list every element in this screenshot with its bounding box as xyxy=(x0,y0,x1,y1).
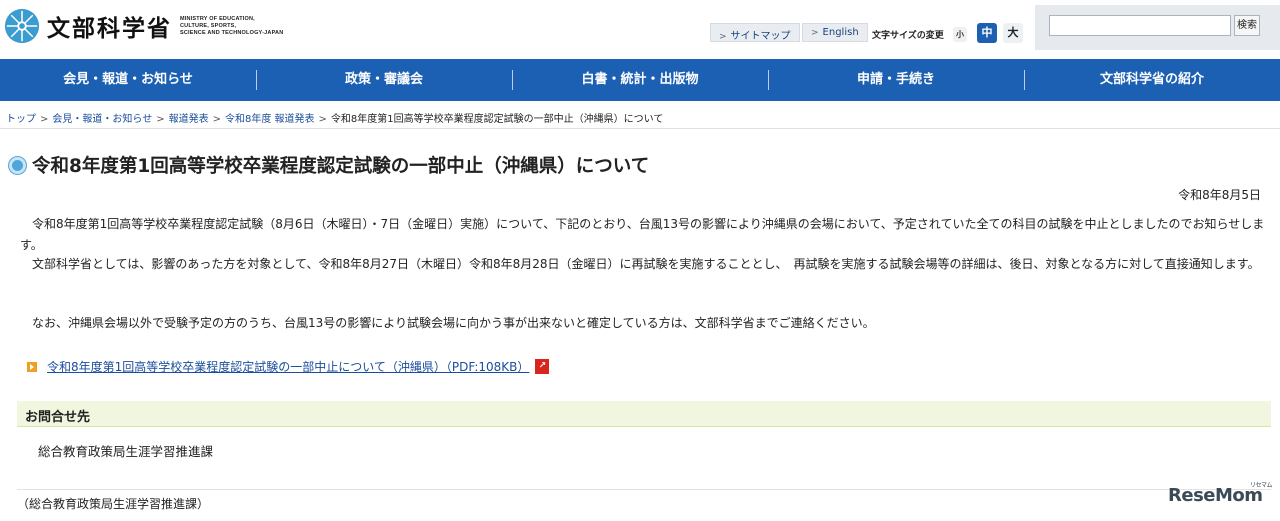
pdf-download-link[interactable]: 令和8年度第1回高等学校卒業程度認定試験の一部中止について（沖縄県）（PDF:1… xyxy=(27,358,550,375)
chevron-right-icon: > xyxy=(811,28,819,38)
page-heading: 令和8年度第1回高等学校卒業程度認定試験の一部中止（沖縄県）について xyxy=(9,152,649,178)
font-size-small-button[interactable]: 小 xyxy=(953,27,967,42)
logo-text-en: MINISTRY OF EDUCATION, CULTURE, SPORTS, … xyxy=(180,15,284,36)
chevron-right-icon: > xyxy=(719,32,727,42)
footer-department-note: （総合教育政策局生涯学習推進課） xyxy=(17,497,210,511)
contact-department: 総合教育政策局生涯学習推進課 xyxy=(38,444,214,459)
body-paragraph-3: なお、沖縄県会場以外で受験予定の方のうち、台風13号の影響により試験会場に向かう… xyxy=(20,316,875,330)
pdf-link-text[interactable]: 令和8年度第1回高等学校卒業程度認定試験の一部中止について（沖縄県）（PDF:1… xyxy=(47,358,529,375)
font-size-medium-button[interactable]: 中 xyxy=(977,23,997,43)
global-nav: 会見・報道・お知らせ 政策・審議会 白書・統計・出版物 申請・手続き 文部科学省… xyxy=(0,59,1280,101)
breadcrumb-separator: > xyxy=(40,114,49,125)
contact-heading: お問合せ先 xyxy=(17,401,1271,427)
breadcrumb-link-top[interactable]: トップ xyxy=(6,114,36,125)
nav-item-policy[interactable]: 政策・審議会 xyxy=(256,59,512,101)
english-button[interactable]: > English xyxy=(802,23,868,42)
nav-item-publications[interactable]: 白書・統計・出版物 xyxy=(512,59,768,101)
nav-item-about[interactable]: 文部科学省の紹介 xyxy=(1024,59,1280,101)
pdf-icon: ↗ xyxy=(535,359,550,374)
site-header: 文部科学省 MINISTRY OF EDUCATION, CULTURE, SP… xyxy=(0,0,1280,59)
nav-item-applications[interactable]: 申請・手続き xyxy=(768,59,1024,101)
breadcrumb-current: 令和8年度第1回高等学校卒業程度認定試験の一部中止（沖縄県）について xyxy=(330,114,664,125)
mext-logo[interactable]: 文部科学省 MINISTRY OF EDUCATION, CULTURE, SP… xyxy=(3,7,283,45)
resemom-watermark: ReseMom リセマム xyxy=(1168,482,1273,506)
breadcrumb-separator: > xyxy=(212,114,221,125)
nav-item-press[interactable]: 会見・報道・お知らせ xyxy=(0,59,256,101)
breadcrumb-link-r8-releases[interactable]: 令和8年度 報道発表 xyxy=(225,114,315,125)
breadcrumb-link-press[interactable]: 会見・報道・お知らせ xyxy=(52,114,152,125)
font-size-large-button[interactable]: 大 xyxy=(1003,23,1023,43)
divider xyxy=(0,128,1280,129)
publish-date: 令和8年8月5日 xyxy=(1178,188,1261,202)
search-button[interactable]: 検索 xyxy=(1234,15,1260,36)
heading-bullet-icon xyxy=(9,156,26,174)
logo-mark-icon xyxy=(4,8,40,44)
sitemap-button[interactable]: > サイトマップ xyxy=(710,23,800,42)
breadcrumb: トップ > 会見・報道・お知らせ > 報道発表 > 令和8年度 報道発表 > 令和8年度第1回高… xyxy=(6,110,663,125)
breadcrumb-link-releases[interactable]: 報道発表 xyxy=(169,114,209,125)
search-input[interactable] xyxy=(1049,15,1231,36)
logo-text-jp: 文部科学省 xyxy=(47,15,172,42)
search-area: 検索 xyxy=(1035,5,1280,50)
font-size-label: 文字サイズの変更 xyxy=(872,31,944,41)
divider xyxy=(17,489,1271,490)
body-paragraph-1: 令和8年度第1回高等学校卒業程度認定試験（8月6日（木曜日）・7日（金曜日）実施… xyxy=(20,217,1265,252)
body-paragraph-2: 文部科学省としては、影響のあった方を対象として、令和8年8月27日（木曜日）令和… xyxy=(20,257,1260,271)
breadcrumb-separator: > xyxy=(156,114,165,125)
page-title: 令和8年度第1回高等学校卒業程度認定試験の一部中止（沖縄県）について xyxy=(32,156,650,177)
breadcrumb-separator: > xyxy=(318,114,327,125)
arrow-right-icon xyxy=(27,361,37,372)
